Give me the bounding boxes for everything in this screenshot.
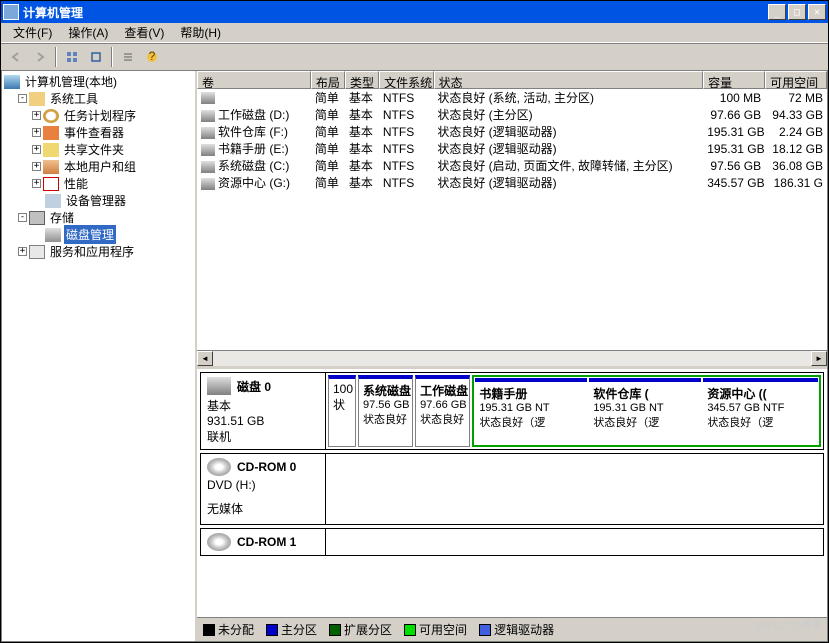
legend-primary-label: 主分区: [281, 621, 317, 638]
tree-devicemgr[interactable]: 设备管理器: [4, 192, 193, 209]
col-free[interactable]: 可用空间: [765, 71, 827, 89]
tree-scheduler[interactable]: +任务计划程序: [4, 107, 193, 124]
close-button[interactable]: ✕: [808, 4, 826, 20]
column-headers: 卷 布局 类型 文件系统 状态 容量 可用空间: [197, 71, 827, 89]
event-icon: [43, 126, 59, 140]
user-icon: [43, 160, 59, 174]
col-capacity[interactable]: 容量: [703, 71, 765, 89]
legend-unallocated-label: 未分配: [218, 621, 254, 638]
cd-icon: [207, 458, 231, 476]
minimize-button[interactable]: _: [768, 4, 786, 20]
volume-row[interactable]: 资源中心 (G:) 简单 基本 NTFS 状态良好 (逻辑驱动器) 345.57…: [197, 174, 827, 191]
tree-sharedfolders[interactable]: +共享文件夹: [4, 141, 193, 158]
disk-0-row[interactable]: 磁盘 0 基本 931.51 GB 联机 100状 系统磁盘 97.56 GB …: [200, 372, 824, 450]
disk-icon: [45, 228, 61, 242]
disk-graphics[interactable]: 磁盘 0 基本 931.51 GB 联机 100状 系统磁盘 97.56 GB …: [197, 369, 827, 617]
volume-row[interactable]: 软件仓库 (F:) 简单 基本 NTFS 状态良好 (逻辑驱动器) 195.31…: [197, 123, 827, 140]
tree-diskmgmt[interactable]: 磁盘管理: [4, 226, 193, 243]
app-icon: [3, 4, 19, 20]
window-title: 计算机管理: [23, 4, 768, 21]
tree-storage[interactable]: -存储: [4, 209, 193, 226]
menu-help[interactable]: 帮助(H): [172, 22, 229, 43]
legend-extended-swatch: [329, 624, 341, 636]
computer-icon: [4, 75, 20, 89]
scroll-left-button[interactable]: ◄: [197, 351, 213, 366]
legend-free-label: 可用空间: [419, 621, 467, 638]
col-status[interactable]: 状态: [434, 71, 704, 89]
menu-file[interactable]: 文件(F): [5, 22, 60, 43]
scroll-right-button[interactable]: ►: [811, 351, 827, 366]
legend-free-swatch: [404, 624, 416, 636]
tool-view-button[interactable]: [61, 46, 83, 68]
cdrom-0-info: CD-ROM 0 DVD (H:) 无媒体: [201, 454, 326, 524]
partition-e[interactable]: 书籍手册 195.31 GB NT 状态良好（逻: [475, 378, 587, 444]
partition-system-reserved[interactable]: 100状: [328, 375, 356, 447]
svg-text:?: ?: [149, 50, 156, 63]
col-volume[interactable]: 卷: [197, 71, 311, 89]
disk-icon: [207, 377, 231, 395]
volume-row[interactable]: 工作磁盘 (D:) 简单 基本 NTFS 状态良好 (主分区) 97.66 GB…: [197, 106, 827, 123]
tool-list-button[interactable]: [117, 46, 139, 68]
main-window: 计算机管理 _ □ ✕ 文件(F) 操作(A) 查看(V) 帮助(H) ? 计算…: [0, 0, 829, 643]
legend-unallocated-swatch: [203, 624, 215, 636]
watermark: @51CTO博客: [755, 617, 823, 633]
volume-row[interactable]: 简单 基本 NTFS 状态良好 (系统, 活动, 主分区) 100 MB 72 …: [197, 89, 827, 106]
maximize-button[interactable]: □: [788, 4, 806, 20]
volume-list[interactable]: 卷 布局 类型 文件系统 状态 容量 可用空间 简单 基本 NTFS 状态良好 …: [197, 71, 827, 369]
col-layout[interactable]: 布局: [311, 71, 345, 89]
perf-icon: [43, 177, 59, 191]
legend-logical-swatch: [479, 624, 491, 636]
tree-performance[interactable]: +性能: [4, 175, 193, 192]
volume-scrollbar[interactable]: ◄ ►: [197, 350, 827, 366]
service-icon: [29, 245, 45, 259]
menubar: 文件(F) 操作(A) 查看(V) 帮助(H): [1, 23, 828, 43]
tree-systools[interactable]: -系统工具: [4, 90, 193, 107]
tree-services[interactable]: +服务和应用程序: [4, 243, 193, 260]
cdrom-0-row[interactable]: CD-ROM 0 DVD (H:) 无媒体: [200, 453, 824, 525]
partition-f[interactable]: 软件仓库 ( 195.31 GB NT 状态良好（逻: [589, 378, 701, 444]
cd-icon: [207, 533, 231, 551]
tool-refresh-button[interactable]: [85, 46, 107, 68]
tree-eventviewer[interactable]: +事件查看器: [4, 124, 193, 141]
disk-0-info: 磁盘 0 基本 931.51 GB 联机: [201, 373, 326, 449]
clock-icon: [43, 109, 59, 123]
volume-row[interactable]: 系统磁盘 (C:) 简单 基本 NTFS 状态良好 (启动, 页面文件, 故障转…: [197, 157, 827, 174]
toolbar: ?: [1, 43, 828, 71]
col-type[interactable]: 类型: [345, 71, 379, 89]
content-area: 计算机管理(本地) -系统工具 +任务计划程序 +事件查看器 +共享文件夹 +本…: [1, 71, 828, 642]
tool-help-button[interactable]: ?: [141, 46, 163, 68]
legend: 未分配 主分区 扩展分区 可用空间 逻辑驱动器: [197, 617, 827, 641]
navigation-tree[interactable]: 计算机管理(本地) -系统工具 +任务计划程序 +事件查看器 +共享文件夹 +本…: [2, 71, 197, 641]
cdrom-1-info: CD-ROM 1: [201, 529, 326, 555]
tree-root[interactable]: 计算机管理(本地): [4, 73, 193, 90]
titlebar[interactable]: 计算机管理 _ □ ✕: [1, 1, 828, 23]
legend-logical-label: 逻辑驱动器: [494, 621, 554, 638]
col-filesystem[interactable]: 文件系统: [379, 71, 434, 89]
tools-icon: [29, 92, 45, 106]
legend-extended-label: 扩展分区: [344, 621, 392, 638]
storage-icon: [29, 211, 45, 225]
cdrom-1-row[interactable]: CD-ROM 1: [200, 528, 824, 556]
folder-icon: [43, 143, 59, 157]
legend-primary-swatch: [266, 624, 278, 636]
partition-c[interactable]: 系统磁盘 97.56 GB NT 状态良好（启: [358, 375, 413, 447]
volume-row[interactable]: 书籍手册 (E:) 简单 基本 NTFS 状态良好 (逻辑驱动器) 195.31…: [197, 140, 827, 157]
device-icon: [45, 194, 61, 208]
disk-0-partitions: 100状 系统磁盘 97.56 GB NT 状态良好（启 工作磁盘 97.66 …: [326, 373, 823, 449]
details-panel: 卷 布局 类型 文件系统 状态 容量 可用空间 简单 基本 NTFS 状态良好 …: [197, 71, 827, 641]
partition-g[interactable]: 资源中心 (( 345.57 GB NTF 状态良好（逻: [703, 378, 818, 444]
tree-usersgroups[interactable]: +本地用户和组: [4, 158, 193, 175]
back-button[interactable]: [5, 46, 27, 68]
menu-view[interactable]: 查看(V): [116, 22, 172, 43]
extended-partition: 书籍手册 195.31 GB NT 状态良好（逻 软件仓库 ( 195.31 G…: [472, 375, 821, 447]
forward-button[interactable]: [29, 46, 51, 68]
partition-d[interactable]: 工作磁盘 97.66 GB NT 状态良好（主: [415, 375, 470, 447]
menu-action[interactable]: 操作(A): [60, 22, 116, 43]
